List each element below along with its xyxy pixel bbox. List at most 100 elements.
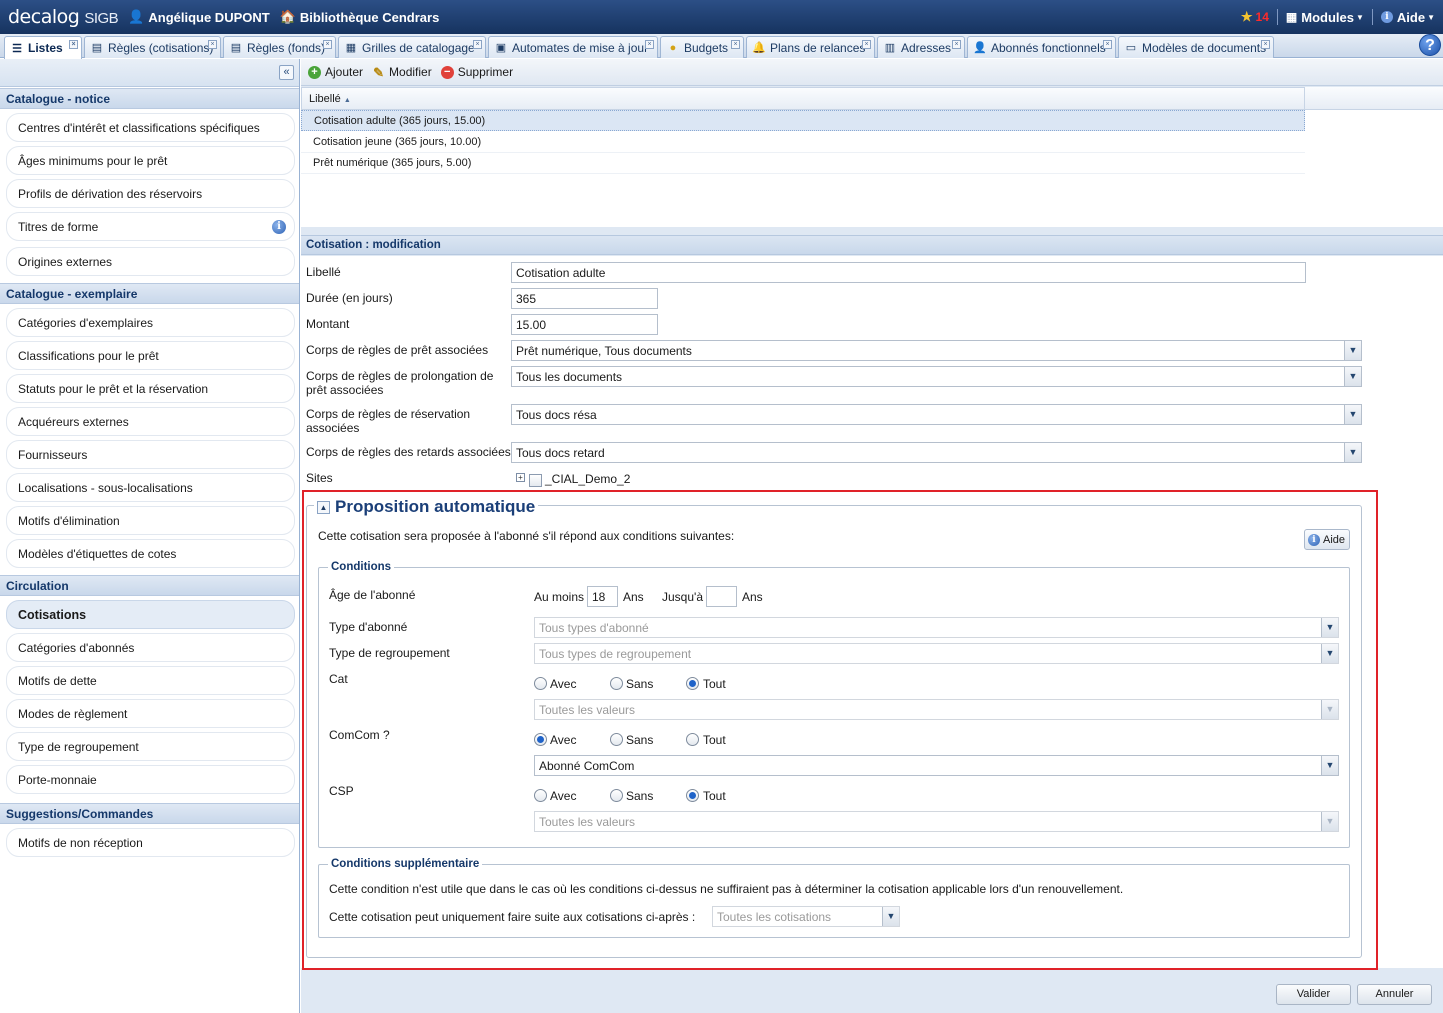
sidebar-item[interactable]: Porte-monnaie: [6, 765, 295, 794]
sidebar-item[interactable]: Fournisseurs: [6, 440, 295, 469]
tab-budgets[interactable]: ● Budgets ×: [660, 36, 744, 58]
chevron-down-icon[interactable]: ▼: [1321, 644, 1338, 663]
site-checkbox[interactable]: [529, 474, 542, 487]
sidebar-item[interactable]: Modes de règlement: [6, 699, 295, 728]
aide-button[interactable]: i Aide: [1304, 529, 1350, 550]
modules-label: Modules: [1301, 9, 1354, 25]
sidebar-item[interactable]: Centres d'intérêt et classifications spé…: [6, 113, 295, 142]
library-name: Bibliothèque Cendrars: [299, 9, 440, 25]
close-icon[interactable]: ×: [473, 40, 482, 49]
prolongation-select[interactable]: Tous les documents ▼: [511, 366, 1362, 387]
sidebar-item[interactable]: Type de regroupement: [6, 732, 295, 761]
sidebar-item-titres-de-forme[interactable]: Titres de forme i: [6, 212, 295, 241]
libelle-field[interactable]: Cotisation adulte: [511, 262, 1306, 283]
separator: [1371, 9, 1373, 25]
reservation-label: Corps de règles de réservation associées: [306, 407, 470, 435]
cat-tout-radio[interactable]: [686, 677, 699, 690]
help-menu[interactable]: i Aide ▼: [1380, 10, 1435, 25]
sidebar-item[interactable]: Âges minimums pour le prêt: [6, 146, 295, 175]
age-max-field[interactable]: [706, 586, 737, 607]
comcom-select[interactable]: Abonné ComCom ▼: [534, 755, 1339, 776]
sidebar-item[interactable]: Motifs de dette: [6, 666, 295, 695]
pret-select[interactable]: Prêt numérique, Tous documents ▼: [511, 340, 1362, 361]
edit-button[interactable]: ✎ Modifier: [372, 65, 432, 79]
collapse-up-icon[interactable]: ▲: [317, 500, 330, 514]
retard-select[interactable]: Tous docs retard ▼: [511, 442, 1362, 463]
help-icon[interactable]: ?: [1419, 34, 1441, 56]
user-menu[interactable]: 👤 Angélique DUPONT: [128, 9, 270, 25]
sidebar-item[interactable]: Motifs de non réception: [6, 828, 295, 857]
prolongation-label: Corps de règles de prolongation de prêt …: [306, 369, 493, 397]
type-regroupement-select[interactable]: Tous types de regroupement ▼: [534, 643, 1339, 664]
reservation-select[interactable]: Tous docs résa ▼: [511, 404, 1362, 425]
table-row[interactable]: Cotisation jeune (365 jours, 10.00): [301, 132, 1305, 153]
modules-menu[interactable]: ▦ Modules ▼: [1286, 10, 1364, 25]
close-icon[interactable]: ×: [208, 40, 217, 49]
tab-listes[interactable]: ☰ Listes ×: [4, 36, 82, 59]
cat-avec-radio[interactable]: [534, 677, 547, 690]
chevron-down-icon[interactable]: ▼: [1344, 341, 1361, 360]
tab-abonnes-fonctionnels[interactable]: 👤 Abonnés fonctionnels ×: [967, 36, 1116, 58]
tab-regles-cotisations[interactable]: ▤ Règles (cotisations) ×: [84, 36, 221, 58]
cancel-button[interactable]: Annuler: [1357, 984, 1432, 1005]
close-icon[interactable]: ×: [1261, 40, 1270, 49]
tab-automates[interactable]: ▣ Automates de mise à jour ×: [488, 36, 658, 58]
sidebar-item[interactable]: Localisations - sous-localisations: [6, 473, 295, 502]
info-icon[interactable]: i: [272, 220, 286, 234]
tab-plans-relances[interactable]: 🔔 Plans de relances ×: [746, 36, 875, 58]
validate-button[interactable]: Valider: [1276, 984, 1351, 1005]
close-icon[interactable]: ×: [952, 40, 961, 49]
chevron-down-icon[interactable]: ▼: [882, 907, 899, 926]
type-abonne-select[interactable]: Tous types d'abonné ▼: [534, 617, 1339, 638]
chevron-down-icon[interactable]: ▼: [1344, 405, 1361, 424]
column-header-libelle[interactable]: Libellé ▲: [301, 87, 1305, 110]
supp-cotisations-select[interactable]: Toutes les cotisations ▼: [712, 906, 900, 927]
table-row[interactable]: Prêt numérique (365 jours, 5.00): [301, 153, 1305, 174]
sidebar-item[interactable]: Catégories d'abonnés: [6, 633, 295, 662]
close-icon[interactable]: ×: [645, 40, 654, 49]
sidebar-item[interactable]: Catégories d'exemplaires: [6, 308, 295, 337]
delete-button[interactable]: − Supprimer: [440, 65, 513, 79]
csp-tout-radio[interactable]: [686, 789, 699, 802]
sidebar-item[interactable]: Classifications pour le prêt: [6, 341, 295, 370]
expand-icon[interactable]: +: [516, 473, 525, 482]
chevron-down-icon[interactable]: ▼: [1344, 367, 1361, 386]
comcom-sans-radio[interactable]: [610, 733, 623, 746]
sidebar-item-cotisations[interactable]: Cotisations: [6, 600, 295, 629]
sidebar-item[interactable]: Motifs d'élimination: [6, 506, 295, 535]
table-row[interactable]: Cotisation adulte (365 jours, 15.00): [301, 110, 1305, 131]
chevron-down-icon[interactable]: ▼: [1321, 756, 1338, 775]
site-label: _CIAL_Demo_2: [545, 472, 631, 486]
grid-icon: ▦: [345, 42, 357, 54]
close-icon[interactable]: ×: [731, 40, 740, 49]
chevron-down-icon[interactable]: ▼: [1344, 443, 1361, 462]
duree-field[interactable]: 365: [511, 288, 658, 309]
montant-field[interactable]: 15.00: [511, 314, 658, 335]
sidebar-item[interactable]: Statuts pour le prêt et la réservation: [6, 374, 295, 403]
notifications-button[interactable]: ★ 14: [1241, 9, 1269, 25]
cat-sans-radio[interactable]: [610, 677, 623, 690]
library-menu[interactable]: 🏠 Bibliothèque Cendrars: [280, 9, 440, 25]
close-icon[interactable]: ×: [862, 40, 871, 49]
tab-grilles-catalogage[interactable]: ▦ Grilles de catalogage ×: [338, 36, 486, 58]
tab-regles-fonds[interactable]: ▤ Règles (fonds) ×: [223, 36, 336, 58]
close-icon[interactable]: ×: [1103, 40, 1112, 49]
sidebar-item[interactable]: Profils de dérivation des réservoirs: [6, 179, 295, 208]
sidebar-item[interactable]: Origines externes: [6, 247, 295, 276]
comcom-tout-radio[interactable]: [686, 733, 699, 746]
montant-label: Montant: [306, 317, 350, 331]
sidebar-item[interactable]: Modèles d'étiquettes de cotes: [6, 539, 295, 568]
csp-avec-radio[interactable]: [534, 789, 547, 802]
tab-adresses[interactable]: ▥ Adresses ×: [877, 36, 965, 58]
tab-modeles-documents[interactable]: ▭ Modèles de documents ×: [1118, 36, 1274, 58]
comcom-avec-radio[interactable]: [534, 733, 547, 746]
close-icon[interactable]: ×: [323, 40, 332, 49]
collapse-left-icon[interactable]: «: [279, 65, 294, 80]
age-min-field[interactable]: 18: [587, 586, 618, 607]
app-logo[interactable]: decalog SIGB: [8, 6, 119, 28]
sidebar-item[interactable]: Acquéreurs externes: [6, 407, 295, 436]
add-button[interactable]: + Ajouter: [308, 65, 363, 79]
close-icon[interactable]: ×: [69, 40, 78, 49]
chevron-down-icon[interactable]: ▼: [1321, 618, 1338, 637]
csp-sans-radio[interactable]: [610, 789, 623, 802]
